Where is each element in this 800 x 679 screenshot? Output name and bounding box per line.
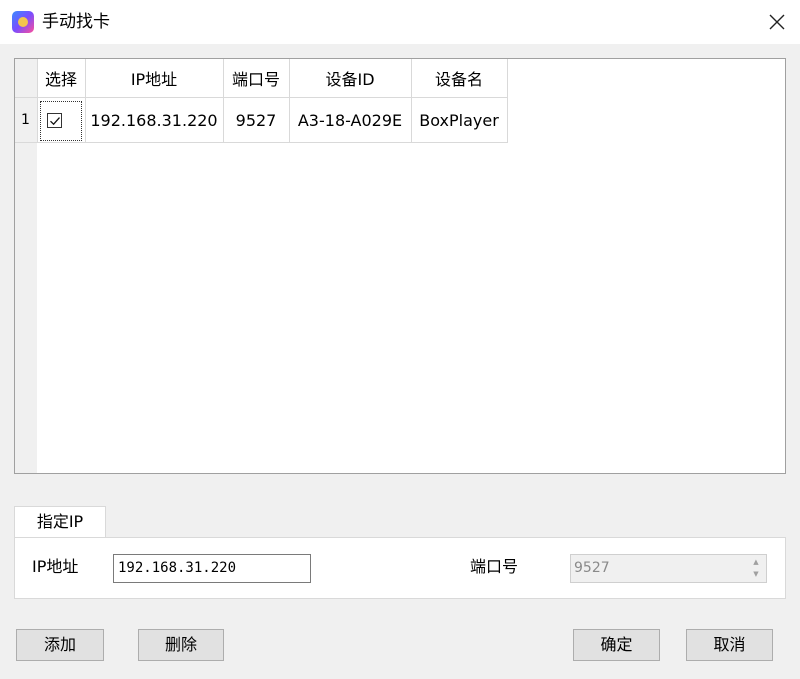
add-button[interactable]: 添加: [16, 629, 104, 661]
port-value: 9527: [574, 560, 610, 576]
port-cell[interactable]: 9527: [223, 97, 290, 143]
col-header-select[interactable]: 选择: [37, 59, 86, 98]
col-header-device-name[interactable]: 设备名: [411, 59, 508, 98]
spin-down-icon[interactable]: ▼: [748, 569, 764, 581]
corner-cell: [15, 59, 38, 98]
row-number: 1: [15, 97, 38, 143]
port-label: 端口号: [470, 557, 519, 576]
col-header-device-id[interactable]: 设备ID: [289, 59, 412, 98]
ip-label: IP地址: [32, 557, 79, 576]
device-id-cell[interactable]: A3-18-A029E: [289, 97, 412, 143]
device-name-cell[interactable]: BoxPlayer: [411, 97, 508, 143]
row-select-checkbox[interactable]: [46, 113, 62, 128]
tab-specify-ip[interactable]: 指定IP: [14, 506, 106, 538]
col-header-ip[interactable]: IP地址: [85, 59, 224, 98]
close-icon: [769, 14, 785, 30]
ip-input[interactable]: 192.168.31.220: [113, 554, 311, 583]
spin-up-icon[interactable]: ▲: [748, 557, 764, 569]
ok-button[interactable]: 确定: [573, 629, 660, 661]
checkmark-icon: [49, 117, 60, 126]
window-title: 手动找卡: [42, 12, 110, 32]
cancel-button[interactable]: 取消: [686, 629, 773, 661]
table-row[interactable]: 1 192.168.31.220 9527 A3-18-A029E BoxPla…: [15, 97, 508, 143]
title-bar: 手动找卡: [0, 0, 800, 44]
col-header-port[interactable]: 端口号: [223, 59, 290, 98]
checkbox-focus-frame: [40, 100, 82, 141]
port-spin-buttons[interactable]: ▲ ▼: [748, 557, 764, 580]
device-table: 选择 IP地址 端口号 设备ID 设备名 1 192.168.31.220 95…: [15, 59, 508, 143]
device-grid[interactable]: 选择 IP地址 端口号 设备ID 设备名 1 192.168.31.220 95…: [14, 58, 786, 474]
select-cell[interactable]: [37, 97, 86, 143]
delete-button[interactable]: 删除: [138, 629, 224, 661]
close-button[interactable]: [754, 0, 800, 44]
ip-cell[interactable]: 192.168.31.220: [85, 97, 224, 143]
app-logo-icon: [12, 11, 34, 33]
specify-ip-panel: IP地址 192.168.31.220 端口号 9527 ▲ ▼: [14, 537, 786, 599]
table-header-row: 选择 IP地址 端口号 设备ID 设备名: [15, 59, 508, 98]
port-stepper[interactable]: 9527 ▲ ▼: [570, 554, 767, 583]
